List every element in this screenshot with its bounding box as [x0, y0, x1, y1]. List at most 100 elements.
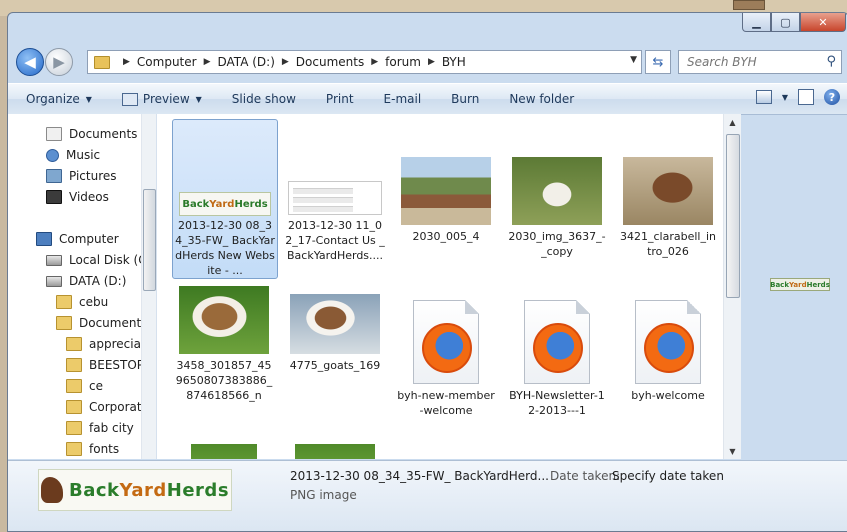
nav-documents-d[interactable]: Documents	[56, 313, 147, 333]
caption-buttons: ▁ ▢ ✕	[742, 13, 846, 33]
file-item[interactable]: 2030_img_3637_-_copy	[505, 119, 609, 259]
change-view-icon[interactable]	[755, 90, 772, 104]
new-folder-button[interactable]: New folder	[509, 92, 574, 106]
nav-label: ce	[89, 379, 103, 393]
chevron-down-icon[interactable]: ▼	[782, 93, 788, 102]
file-item[interactable]: 3421_clarabell_intro_026	[616, 119, 720, 259]
chevron-right-icon[interactable]: ▶	[371, 57, 378, 67]
backyardherds-logo-preview: Back Yard Herds	[38, 469, 232, 511]
file-item[interactable]: 2013-12-30 11_02_17-Contact Us _ BackYar…	[283, 119, 387, 263]
chevron-right-icon[interactable]: ▶	[428, 57, 435, 67]
organize-button[interactable]: Organize ▼	[26, 92, 92, 106]
forward-arrow-icon: ▶	[53, 53, 65, 71]
folder-icon	[94, 55, 110, 69]
nav-corporate[interactable]: Corporate	[66, 397, 149, 417]
file-name: 4775_goats_169	[289, 359, 381, 372]
thumbnail-line	[293, 206, 353, 212]
firefox-icon	[533, 323, 583, 373]
nav-beestop[interactable]: BEESTOP	[66, 355, 144, 375]
nav-music[interactable]: Music	[46, 145, 100, 165]
file-item[interactable]: BYH-Newsletter-12-2013---1	[505, 286, 609, 418]
forward-button[interactable]: ▶	[45, 48, 73, 76]
search-icon[interactable]: ⚲	[826, 54, 836, 69]
nav-ce[interactable]: ce	[66, 376, 103, 396]
chevron-right-icon[interactable]: ▶	[204, 57, 211, 67]
nav-label: fonts	[89, 442, 120, 456]
breadcrumb-documents[interactable]: Documents	[296, 55, 364, 69]
organize-label: Organize	[26, 92, 80, 106]
file-item[interactable]	[172, 444, 276, 459]
chevron-right-icon[interactable]: ▶	[282, 57, 289, 67]
breadcrumb-byh[interactable]: BYH	[442, 55, 466, 69]
nav-label: Documents	[69, 127, 138, 141]
burn-button[interactable]: Burn	[451, 92, 479, 106]
email-button[interactable]: E-mail	[384, 92, 422, 106]
nav-scrollbar[interactable]	[141, 114, 156, 459]
nav-label: Computer	[59, 232, 119, 246]
nav-documents[interactable]: Documents	[46, 124, 137, 144]
background-window-edge	[733, 0, 765, 10]
pictures-icon	[46, 169, 62, 183]
nav-scrollbar-thumb[interactable]	[143, 189, 156, 291]
scroll-up-icon[interactable]: ▲	[724, 114, 741, 130]
search-box[interactable]: ⚲	[678, 50, 842, 74]
logo-text-herds: Herds	[234, 198, 268, 210]
maximize-button[interactable]: ▢	[771, 13, 800, 32]
file-item[interactable]: 2030_005_4	[394, 119, 498, 244]
firefox-icon	[422, 323, 472, 373]
back-button[interactable]: ◀	[16, 48, 44, 76]
preview-button[interactable]: Preview ▼	[121, 92, 202, 106]
preview-pane-icon[interactable]	[798, 89, 814, 105]
refresh-button[interactable]: ⇆	[645, 50, 671, 74]
kid-goat-photo-thumbnail	[179, 286, 269, 354]
nav-fab-city[interactable]: fab city	[66, 418, 134, 438]
nav-fonts[interactable]: fonts	[66, 439, 119, 459]
file-name: 2030_005_4	[412, 230, 480, 243]
file-list: Back Yard Herds 2013-12-30 08_34_35-FW_ Ba…	[157, 114, 737, 459]
html-document-thumbnail	[635, 300, 701, 384]
address-bar[interactable]: ▶ Computer ▶ DATA (D:) ▶ Documents ▶ for…	[87, 50, 642, 74]
search-input[interactable]	[685, 52, 819, 72]
nav-computer[interactable]: Computer	[36, 229, 119, 249]
nav-cebu[interactable]: cebu	[56, 292, 108, 312]
close-button[interactable]: ✕	[800, 13, 846, 32]
nav-local-disk[interactable]: Local Disk (C:	[46, 250, 151, 270]
back-arrow-icon: ◀	[24, 53, 36, 71]
backyardherds-logo-thumbnail: Back Yard Herds	[179, 192, 271, 216]
details-date-value[interactable]: Specify date taken	[612, 469, 724, 483]
details-pane: Back Yard Herds 2013-12-30 08_34_35-FW_ Ba…	[8, 460, 847, 531]
nav-label: Music	[66, 148, 101, 162]
chevron-right-icon[interactable]: ▶	[123, 57, 130, 67]
file-item[interactable]: 3458_301857_459650807383886_874618566_n	[172, 286, 276, 403]
nav-label: Corporate	[89, 400, 149, 414]
nav-data-d[interactable]: DATA (D:)	[46, 271, 126, 291]
file-name: 3421_clarabell_intro_026	[620, 230, 716, 258]
logo-text-back: Back	[182, 198, 210, 210]
nav-videos[interactable]: Videos	[46, 187, 109, 207]
file-name: 2013-12-30 08_34_35-FW_ BackYardHerds Ne…	[175, 219, 275, 277]
breadcrumb-computer[interactable]: Computer	[137, 55, 197, 69]
chevron-down-icon[interactable]: ▼	[630, 55, 637, 65]
chevron-down-icon: ▼	[85, 94, 92, 104]
videos-icon	[46, 190, 62, 204]
help-icon[interactable]: ?	[824, 89, 840, 105]
content-scrollbar[interactable]: ▲ ▼	[723, 114, 741, 459]
print-button[interactable]: Print	[326, 92, 354, 106]
content-scrollbar-thumb[interactable]	[726, 134, 740, 298]
minimize-button[interactable]: ▁	[742, 13, 771, 32]
file-item[interactable]: Back Yard Herds 2013-12-30 08_34_35-FW_ Ba…	[172, 119, 278, 279]
folder-icon	[66, 379, 82, 393]
slideshow-button[interactable]: Slide show	[232, 92, 296, 106]
file-item[interactable]: 4775_goats_169	[283, 286, 387, 373]
file-item[interactable]: byh-welcome	[616, 286, 720, 403]
scroll-down-icon[interactable]: ▼	[724, 443, 741, 459]
breadcrumb-forum[interactable]: forum	[385, 55, 421, 69]
command-bar: Organize ▼ Preview ▼ Slide show Print E-ma…	[8, 83, 847, 115]
logo-text-back: Back	[770, 280, 789, 289]
breadcrumb-data-d[interactable]: DATA (D:)	[218, 55, 275, 69]
nav-label: Documents	[79, 316, 148, 330]
toolbar-right: ▼ ?	[755, 89, 840, 105]
file-item[interactable]: byh-new-member-welcome	[394, 286, 498, 418]
file-item[interactable]	[283, 444, 387, 459]
nav-pictures[interactable]: Pictures	[46, 166, 117, 186]
